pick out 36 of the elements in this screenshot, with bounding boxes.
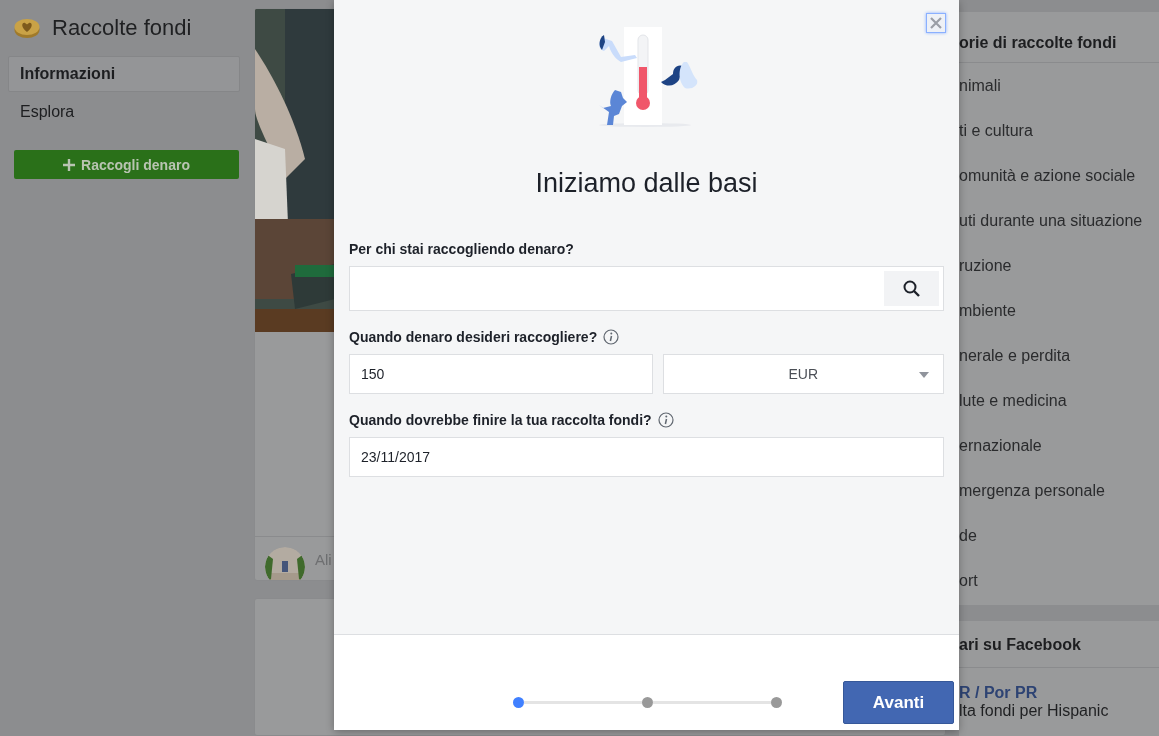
next-button[interactable]: Avanti [843,681,954,724]
search-icon [902,279,921,298]
category-link[interactable]: uti durante una situazione [959,212,1143,229]
category-link[interactable]: nimali [959,77,1001,94]
caret-icon [919,372,929,378]
field-label: Per chi stai raccogliendo denaro? [349,241,574,257]
category-link[interactable]: omunità e azione sociale [959,167,1136,184]
search-button[interactable] [884,271,939,306]
info-icon[interactable] [603,329,620,345]
date-field[interactable]: 23/11/2017 [349,437,944,477]
category-link[interactable]: de [959,527,977,544]
category-link[interactable]: mbiente [959,302,1016,319]
category-link[interactable]: nerale e perdita [959,347,1071,364]
page-title: Raccolte fondi [52,15,192,41]
field-label: Quando denaro desideri raccogliere? [349,329,598,345]
dialog-title: Iniziamo dalle basi [534,168,759,199]
sidebar-item[interactable]: Esplora [8,94,240,130]
avatar[interactable] [265,547,305,580]
fundraiser-description: lta fondi per Hispanic [959,702,1109,719]
field-label: Quando dovrebbe finire la tua raccolta fondi? [349,412,652,428]
category-link[interactable]: ort [959,572,978,589]
plus-icon [63,158,76,171]
category-link[interactable]: ti e cultura [959,122,1033,139]
raise-money-button[interactable]: Raccogli denaro [14,150,239,179]
category-link[interactable]: lute e medicina [959,392,1067,409]
fundraiser-link[interactable]: R / Por PR [959,684,1038,701]
category-link[interactable]: ernazionale [959,437,1042,454]
amount-field[interactable]: 150 [349,354,653,394]
category-link[interactable]: mergenza personale [959,482,1105,499]
info-icon[interactable] [657,412,674,428]
sidebar-item[interactable]: Informazioni [8,56,240,92]
close-icon [929,16,943,30]
category-link[interactable]: ruzione [959,257,1012,274]
currency-dropdown[interactable]: EUR [662,354,944,394]
search-field[interactable] [349,266,944,311]
coin-heart-icon [14,17,40,39]
